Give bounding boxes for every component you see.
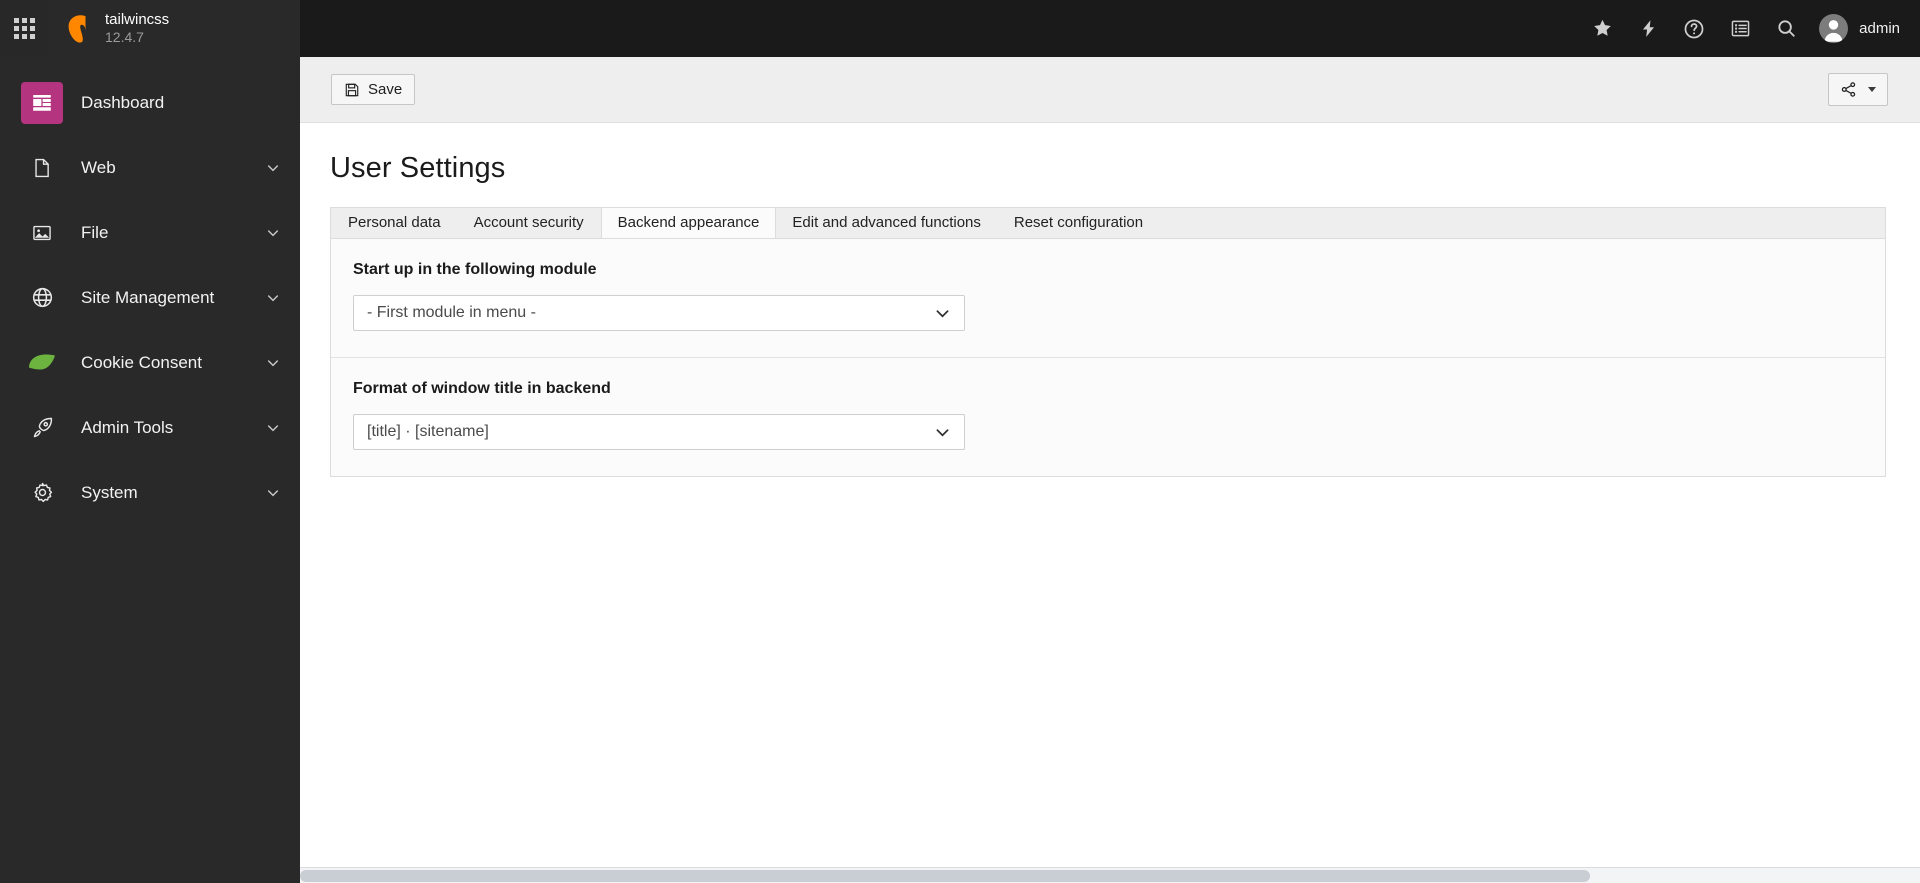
field-group-startup-module: Start up in the following module - First… (331, 239, 1885, 357)
form-body: User Settings Personal data Account secu… (300, 123, 1920, 477)
bookmark-star-icon (1593, 19, 1611, 36)
user-avatar-icon (1824, 20, 1843, 42)
sidebar-item-cookie-consent[interactable]: Cookie Consent (0, 330, 300, 395)
page-title: User Settings (330, 152, 506, 184)
window-title-format-label: Format of window title in backend (353, 380, 611, 397)
chevron-down-icon (267, 424, 279, 431)
clear-cache-button[interactable] (1625, 0, 1671, 57)
leaf-icon (21, 342, 63, 384)
gear-icon (21, 472, 63, 514)
field-group-window-title-format: Format of window title in backend [title… (331, 357, 1885, 476)
help-button[interactable] (1671, 0, 1717, 57)
sidebar-item-admin-tools[interactable]: Admin Tools (0, 395, 300, 460)
chevron-down-icon (267, 164, 279, 171)
window-title-format-value: [title] · [sitename] (367, 423, 489, 440)
sidebar-item-label: Web (81, 157, 116, 177)
apps-menu-button[interactable] (0, 0, 49, 57)
horizontal-scrollbar[interactable] (300, 867, 1920, 883)
site-name: tailwincss (105, 11, 170, 29)
apps-grid-icon (14, 18, 35, 39)
share-dropdown-button[interactable] (1828, 73, 1888, 106)
scrollbar-thumb[interactable] (300, 870, 1590, 882)
rocket-icon (21, 407, 63, 449)
doc-header: Save (300, 57, 1920, 123)
save-button-label: Save (368, 81, 403, 98)
share-nodes-icon (1841, 82, 1856, 97)
chevron-down-icon (267, 229, 279, 236)
tab-bar: Personal data Account security Backend a… (330, 207, 1886, 238)
avatar (1819, 14, 1849, 43)
content-area: Save User Settings Personal data Account… (300, 57, 1920, 883)
chevron-down-icon (267, 359, 279, 366)
system-information-button[interactable] (1717, 0, 1763, 57)
tab-reset-configuration[interactable]: Reset configuration (998, 208, 1160, 238)
image-file-icon (21, 212, 63, 254)
tab-edit-and-advanced-functions[interactable]: Edit and advanced functions (776, 208, 997, 238)
systeminformation-list-icon (1731, 20, 1749, 37)
caret-down-icon (1868, 87, 1876, 92)
brand-text: tailwincss 12.4.7 (105, 11, 169, 45)
sidebar-item-label: Dashboard (81, 92, 165, 112)
search-button[interactable] (1763, 0, 1809, 57)
sidebar-item-label: Site Management (81, 287, 215, 307)
user-menu-button[interactable]: admin (1809, 0, 1906, 57)
brand-block[interactable]: tailwincss 12.4.7 (49, 0, 300, 57)
tab-account-security[interactable]: Account security (458, 208, 601, 238)
window-title-format-select[interactable]: [title] · [sitename] (353, 414, 965, 450)
sidebar-item-site-management[interactable]: Site Management (0, 265, 300, 330)
tab-personal-data[interactable]: Personal data (332, 208, 458, 238)
tab-backend-appearance[interactable]: Backend appearance (600, 208, 777, 238)
search-icon (1778, 20, 1795, 37)
topbar-icon-group: admin (1579, 0, 1920, 57)
username-label: admin (1859, 20, 1900, 37)
chevron-down-icon (936, 309, 949, 317)
globe-icon (21, 277, 63, 319)
page-document-icon (21, 147, 63, 189)
startup-module-value: - First module in menu - (367, 304, 536, 321)
typo3-logo-icon (68, 14, 86, 43)
flash-lightning-icon (1642, 20, 1654, 37)
chevron-down-icon (936, 428, 949, 436)
sidebar-item-system[interactable]: System (0, 460, 300, 525)
top-toolbar: tailwincss 12.4.7 admin (0, 0, 1920, 57)
floppy-save-icon (345, 83, 359, 96)
startup-module-select[interactable]: - First module in menu - (353, 295, 965, 331)
typo3-version: 12.4.7 (105, 29, 144, 46)
sidebar-item-dashboard[interactable]: Dashboard (0, 70, 300, 135)
dashboard-icon (21, 81, 63, 124)
bookmark-star-button[interactable] (1579, 0, 1625, 57)
help-question-icon (1684, 19, 1704, 38)
save-button[interactable]: Save (331, 74, 416, 105)
tab-panel-backend-appearance: Start up in the following module - First… (330, 238, 1886, 477)
sidebar-item-label: System (81, 482, 138, 502)
chevron-down-icon (267, 489, 279, 496)
sidebar-item-label: Cookie Consent (81, 352, 202, 372)
module-menu-sidebar: Dashboard Web File Site Management Cooki… (0, 57, 300, 883)
sidebar-item-label: File (81, 222, 109, 242)
chevron-down-icon (267, 294, 279, 301)
sidebar-item-web[interactable]: Web (0, 135, 300, 200)
sidebar-item-file[interactable]: File (0, 200, 300, 265)
startup-module-label: Start up in the following module (353, 261, 597, 278)
sidebar-item-label: Admin Tools (81, 417, 174, 437)
